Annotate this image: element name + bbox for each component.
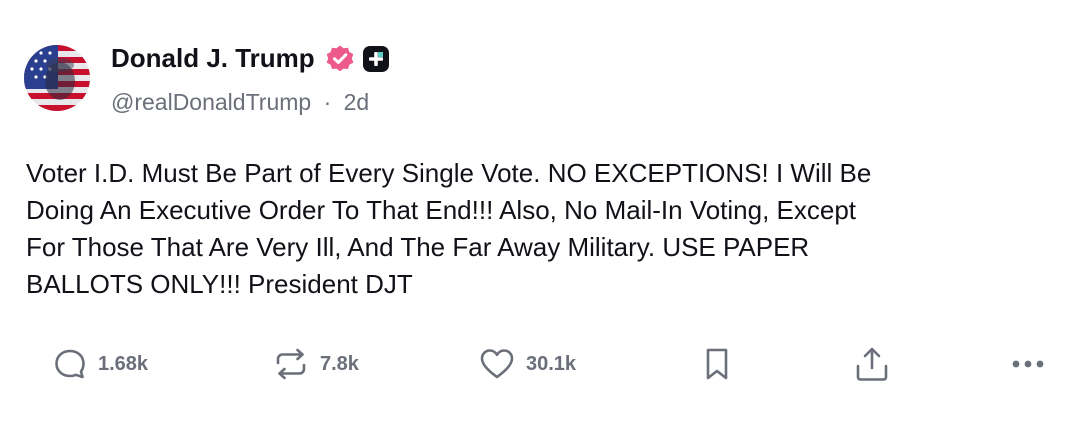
- post-text-line: Voter I.D. Must Be Part of Every Single …: [26, 158, 872, 188]
- repost-button[interactable]: 7.8k: [272, 340, 359, 388]
- post-text-line: Doing An Executive Order To That End!!! …: [26, 195, 857, 225]
- share-button[interactable]: [853, 340, 891, 388]
- avatar[interactable]: [24, 45, 90, 111]
- post-time[interactable]: 2d: [344, 89, 370, 115]
- repost-count: 7.8k: [320, 352, 359, 375]
- more-icon: [1012, 360, 1044, 368]
- reply-button[interactable]: 1.68k: [52, 340, 148, 388]
- like-button[interactable]: 30.1k: [478, 340, 576, 388]
- author-handle[interactable]: @realDonaldTrump: [111, 89, 311, 115]
- plus-badge-icon: [362, 45, 389, 72]
- reply-count: 1.68k: [98, 352, 149, 375]
- author-name-row: Donald J. Trump: [111, 43, 389, 74]
- reply-icon: [55, 349, 85, 379]
- like-count: 30.1k: [526, 352, 577, 375]
- author-meta: @realDonaldTrump · 2d: [111, 89, 369, 116]
- post-text-line: BALLOTS ONLY!!! President DJT: [26, 269, 413, 299]
- bookmark-icon: [706, 348, 728, 380]
- repost-icon: [276, 348, 306, 380]
- avatar-image: [24, 45, 90, 111]
- verified-badge-icon: [325, 44, 355, 74]
- post-text-line: For Those That Are Very Ill, And The Far…: [26, 232, 810, 262]
- meta-separator: ·: [323, 89, 332, 115]
- more-button[interactable]: [1006, 340, 1050, 388]
- post-card: Donald J. Trump @realDonaldTrump · 2d Vo…: [0, 0, 1084, 430]
- heart-icon: [480, 349, 514, 379]
- author-name[interactable]: Donald J. Trump: [111, 43, 315, 74]
- post-body: Voter I.D. Must Be Part of Every Single …: [26, 155, 1056, 303]
- share-icon: [856, 347, 888, 381]
- bookmark-button[interactable]: [700, 340, 734, 388]
- post-actions: 1.68k 7.8k 30.1k: [0, 340, 1084, 388]
